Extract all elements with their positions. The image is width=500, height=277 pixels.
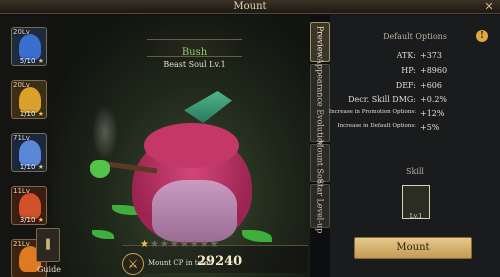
guide-label: Guide [37, 265, 61, 274]
star-rating: ★★★★★★★★ [140, 239, 220, 250]
mount-preview-scene: Bush Beast Soul Lv.1 ★★★★★★★★ ⚔ Mount CP… [52, 15, 310, 277]
mount-name-plate: Bush [147, 39, 242, 58]
hero-star-count: 1/10 [20, 110, 44, 118]
stat-key: Decr. Skill DMG: [348, 95, 416, 104]
tab-preview[interactable]: Preview [310, 22, 330, 62]
hero-card[interactable]: 20Lv 5/10 [11, 27, 47, 66]
skill-title: Skill [405, 167, 424, 176]
stat-key: Increase in Promotion Options: [328, 109, 416, 115]
mount-button[interactable]: Mount [354, 237, 472, 259]
hero-star-count: 3/10 [20, 216, 44, 224]
hero-star-count: 1/10 [20, 163, 44, 171]
leaf-decoration [242, 230, 272, 242]
hero-level: 21Lv [13, 240, 30, 248]
skill-level: Lv.1 [409, 213, 423, 220]
beast-soul-level: Beast Soul Lv.1 [163, 60, 226, 69]
mount-name: Bush [181, 47, 208, 58]
mount-model-head [144, 123, 239, 168]
mount-model-robe [152, 180, 237, 242]
hero-level: 11Lv [13, 187, 30, 195]
star-empty-icon: ★★★★★★★ [149, 239, 220, 250]
stat-key: HP: [401, 66, 416, 75]
title-bar: Mount ✕ [0, 0, 500, 14]
hero-level: 20Lv [13, 28, 30, 36]
hero-star-count: 5/10 [20, 57, 44, 65]
guide-book-icon: ❚ [43, 237, 53, 250]
stat-key: ATK: [396, 51, 416, 60]
info-icon[interactable]: ! [476, 30, 488, 42]
stat-key: DEF: [395, 81, 416, 90]
crossed-swords-icon: ⚔ [122, 253, 144, 275]
smoke-effect [92, 105, 118, 160]
stat-key: Increase in Default Options: [337, 123, 416, 129]
default-options-title: Default Options [383, 32, 447, 41]
stat-value: +8960 [420, 66, 448, 75]
stat-value: +12% [420, 109, 445, 118]
star-lit-icon: ★ [140, 239, 150, 250]
vertical-tabs: Preview Appearance Evolution Mount Soul … [310, 22, 330, 233]
close-x-icon[interactable]: ✕ [482, 1, 496, 13]
stat-value: +5% [420, 123, 440, 132]
tab-mount-soul[interactable]: Mount Soul [310, 139, 330, 187]
cp-value: 29240 [197, 254, 243, 269]
hero-level: 20Lv [13, 81, 30, 89]
guide-button[interactable]: ❚ [36, 228, 60, 262]
stat-value: +373 [420, 51, 442, 60]
stat-value: +0.2% [420, 95, 448, 104]
mount-model-hat [184, 91, 232, 123]
hero-level: 71Lv [13, 134, 30, 142]
hero-card[interactable]: 11Lv 3/10 [11, 186, 47, 225]
pipe-bowl [90, 160, 110, 178]
hero-card[interactable]: 20Lv 1/10 [11, 80, 47, 119]
stat-value: +606 [420, 81, 442, 90]
tab-appearance-evolution[interactable]: Appearance Evolution [310, 58, 330, 148]
window-title: Mount [233, 1, 267, 12]
tab-star-level-up[interactable]: Star Level-up [310, 179, 330, 233]
hero-card[interactable]: 71Lv 1/10 [11, 133, 47, 172]
leaf-decoration [92, 230, 114, 239]
options-panel: Default Options ! ATK: +373 HP: +8960 DE… [328, 15, 500, 277]
